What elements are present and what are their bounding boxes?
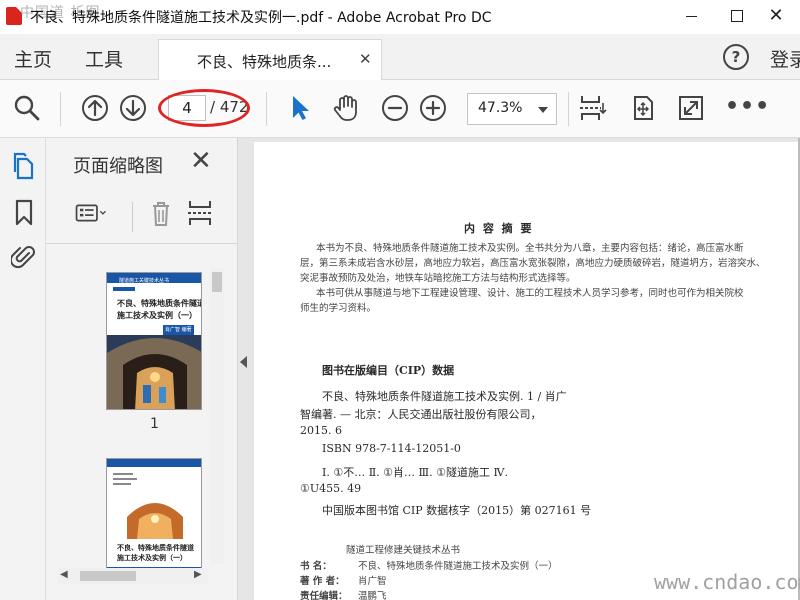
toolbar-separator <box>568 92 569 126</box>
page-thumbnail-1[interactable]: 隧道施工关键技术丛书 不良、特殊地质条件隧道 施工技术及实例（一） 肖广智 编著 <box>106 272 202 410</box>
page-2-title-line1: 不良、特殊地质条件隧道 <box>117 544 194 552</box>
search-icon[interactable] <box>12 93 42 123</box>
minimize-button[interactable] <box>672 4 712 28</box>
tab-tools[interactable]: 工具 <box>85 45 123 72</box>
toolbar-separator <box>132 202 133 232</box>
editor-value: 温鹏飞 <box>358 591 387 600</box>
document-viewport[interactable]: 内 容 摘 要 本书为不良、特殊地质条件隧道施工技术及实例。全书共分为八章，主要… <box>238 138 800 600</box>
cover-title-line1: 不良、特殊地质条件隧道 <box>117 299 202 308</box>
attachment-icon[interactable] <box>11 242 37 270</box>
pdf-page: 内 容 摘 要 本书为不良、特殊地质条件隧道施工技术及实例。全书共分为八章，主要… <box>254 142 800 600</box>
author-value: 肖广智 <box>358 576 387 587</box>
abstract-line: 层，第三系未成岩含水砂层，高地应力软岩，高压富水宽张裂隙，高地应力硬质破碎岩，隧… <box>300 258 766 269</box>
thumbnail-horizontal-scrollbar[interactable]: ◀ ▶ <box>58 568 208 584</box>
cip-line: ①U455. 49 <box>300 482 362 495</box>
toolbar-separator <box>266 92 267 126</box>
close-tab-icon[interactable]: ✕ <box>359 50 372 68</box>
scroll-right-icon[interactable]: ▶ <box>194 569 202 580</box>
cover-artwork <box>107 273 201 409</box>
page-thumbnails-icon[interactable] <box>11 152 37 180</box>
zoom-in-icon[interactable] <box>418 93 448 123</box>
scrollbar-thumb[interactable] <box>212 272 222 292</box>
cover-author: 肖广智 编著 <box>163 325 194 335</box>
left-navigation-rail <box>0 138 46 600</box>
abstract-heading: 内 容 摘 要 <box>464 222 534 235</box>
book-name-value: 不良、特殊地质条件隧道施工技术及实例（一） <box>358 561 558 572</box>
tab-home[interactable]: 主页 <box>14 45 52 72</box>
tab-bar: 主页 工具 不良、特殊地质条... ✕ ? 登录 <box>0 34 800 80</box>
book-name-label: 书 名： <box>300 561 332 572</box>
window-title: 不良、特殊地质条件隧道施工技术及实例一.pdf - Adobe Acrobat … <box>30 10 492 26</box>
insert-page-icon[interactable] <box>184 198 218 228</box>
maximize-button[interactable] <box>716 4 756 28</box>
more-options-icon[interactable]: ••• <box>725 94 770 119</box>
page-thumbnail-2[interactable]: 不良、特殊地质条件隧道 施工技术及实例（一） <box>106 458 202 578</box>
cip-line: Ⅰ. ①不… Ⅱ. ①肖… Ⅲ. ①隧道施工 Ⅳ. <box>322 466 508 479</box>
zoom-dropdown[interactable]: 47.3% <box>467 93 557 125</box>
abstract-line: 突泥事故预防及处治，地铁车站暗挖施工方法与结构形式选择等。 <box>300 273 576 284</box>
thumbnail-toolbar <box>46 190 238 244</box>
author-label: 著 作 者： <box>300 576 345 587</box>
thumbnail-vertical-scrollbar[interactable] <box>210 268 224 564</box>
editor-label: 责任编辑： <box>300 591 348 600</box>
hand-tool-icon[interactable] <box>331 93 361 123</box>
bookmark-icon[interactable] <box>11 198 37 226</box>
thumbnail-page-label: 1 <box>150 416 159 432</box>
cover-title-line2: 施工技术及实例（一） <box>117 311 197 320</box>
page-thumbnails-panel: 页面缩略图 ✕ 隧道施工关键技术丛书 不良、特殊地质条件隧道 施工技术及实例（一… <box>46 138 238 600</box>
watermark-bottom: www.cndao.com <box>654 570 800 594</box>
next-page-icon[interactable] <box>118 93 148 123</box>
page-2-title-line2: 施工技术及实例（一） <box>117 554 187 562</box>
thumbnail-options-icon[interactable] <box>74 198 108 228</box>
series-name: 隧道工程修建关键技术丛书 <box>346 545 461 556</box>
red-circle-annotation <box>158 89 250 127</box>
scrollbar-thumb[interactable] <box>80 571 136 581</box>
scroll-mode-icon[interactable] <box>577 93 607 123</box>
cip-line: 中国版本图书馆 CIP 数据核字（2015）第 027161 号 <box>322 504 592 517</box>
cover-series: 隧道施工关键技术丛书 <box>119 278 170 284</box>
cip-line: 不良、特殊地质条件隧道施工技术及实例. 1 / 肖广 <box>322 390 567 403</box>
close-window-button[interactable]: ✕ <box>756 4 796 28</box>
abstract-line: 师生的学习资料。 <box>300 303 377 314</box>
toolbar: 4 / 472 47.3% ••• <box>0 80 800 138</box>
close-panel-icon[interactable]: ✕ <box>190 146 212 176</box>
help-icon[interactable]: ? <box>723 44 749 70</box>
rotate-view-icon[interactable] <box>628 93 658 123</box>
abstract-line: 本书可供从事隧道与地下工程建设管理、设计、施工的工程技术人员学习参考，同时也可作… <box>316 288 744 299</box>
scroll-left-icon[interactable]: ◀ <box>60 569 68 580</box>
cip-heading: 图书在版编目（CIP）数据 <box>322 364 455 377</box>
previous-page-icon[interactable] <box>80 93 110 123</box>
zoom-out-icon[interactable] <box>380 93 410 123</box>
zoom-value: 47.3% <box>478 100 523 116</box>
delete-page-icon[interactable] <box>144 198 178 228</box>
sign-in-link[interactable]: 登录 <box>770 45 800 72</box>
select-cursor-icon[interactable] <box>286 93 316 123</box>
cip-line: 智编著. — 北京：人民交通出版社股份有限公司， <box>300 408 542 421</box>
tab-document[interactable]: 不良、特殊地质条... ✕ <box>158 39 382 80</box>
cip-line: 2015. 6 <box>300 424 342 437</box>
chevron-down-icon <box>538 107 548 113</box>
title-bar: 中国道 析图 不良、特殊地质条件隧道施工技术及实例一.pdf - Adobe A… <box>0 0 800 34</box>
toolbar-separator <box>60 92 61 126</box>
cip-line: ISBN 978-7-114-12051-0 <box>322 442 461 455</box>
panel-title: 页面缩略图 <box>73 156 163 177</box>
abstract-line: 本书为不良、特殊地质条件隧道施工技术及实例。全书共分为八章，主要内容包括：绪论，… <box>316 243 744 254</box>
collapse-panel-icon[interactable] <box>240 356 247 368</box>
full-screen-icon[interactable] <box>676 93 706 123</box>
document-tab-label: 不良、特殊地质条... <box>197 53 332 71</box>
